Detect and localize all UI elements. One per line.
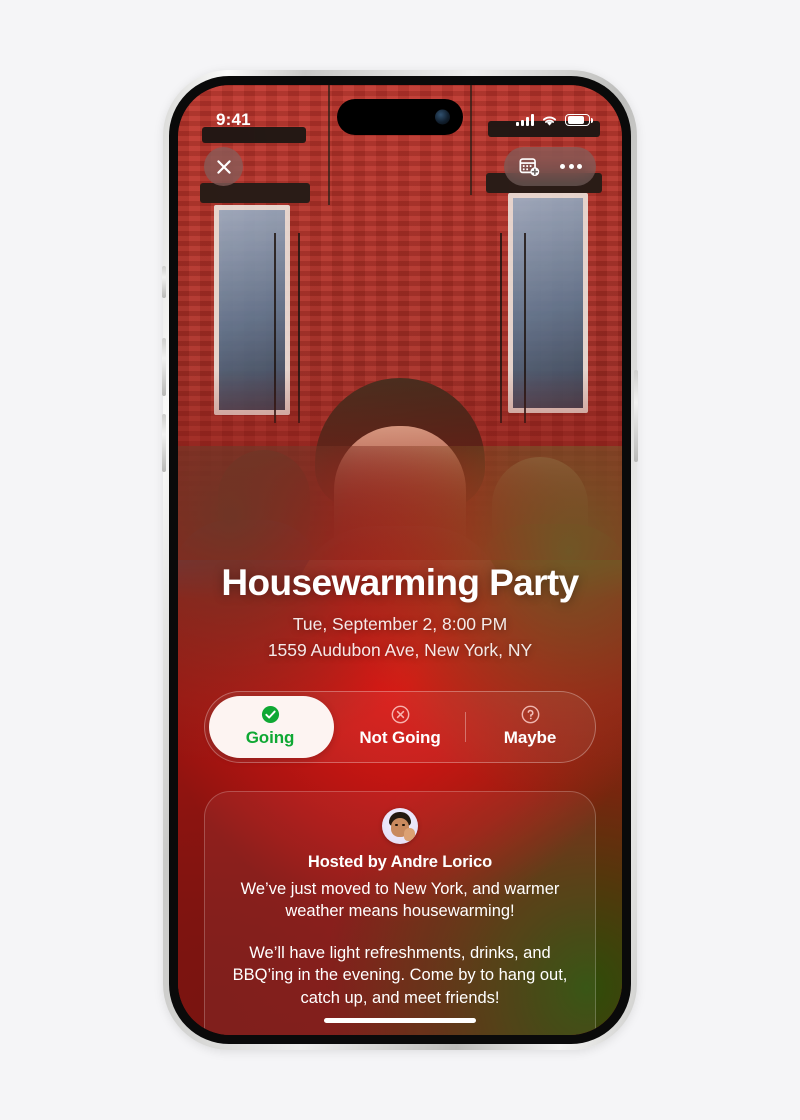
dynamic-island bbox=[337, 99, 463, 135]
question-circle-icon bbox=[521, 705, 539, 724]
status-clock: 9:41 bbox=[216, 110, 251, 129]
close-icon bbox=[216, 159, 231, 174]
more-options-button[interactable] bbox=[552, 148, 590, 186]
event-details-panel: Housewarming Party Tue, September 2, 8:0… bbox=[178, 561, 622, 1035]
top-controls bbox=[178, 147, 622, 186]
rsvp-option-not-going[interactable]: Not Going bbox=[335, 692, 465, 762]
host-card: Hosted by Andre Lorico We’ve just moved … bbox=[204, 790, 596, 1035]
volume-down-button[interactable] bbox=[162, 414, 166, 472]
device-bezel: 9:41 Housewarming Party Tue, September 2… bbox=[169, 76, 631, 1044]
rsvp-label-going: Going bbox=[245, 728, 295, 748]
avatar[interactable] bbox=[382, 807, 418, 844]
rsvp-label-maybe: Maybe bbox=[503, 728, 557, 748]
host-name: Hosted by Andre Lorico bbox=[307, 852, 493, 871]
avatar-hand bbox=[404, 827, 415, 841]
battery-icon bbox=[565, 113, 593, 127]
iphone-device-frame: 9:41 Housewarming Party Tue, September 2… bbox=[162, 70, 638, 1050]
calendar-add-icon bbox=[518, 158, 539, 177]
side-power-button[interactable] bbox=[634, 370, 638, 462]
front-camera-icon bbox=[435, 109, 450, 125]
more-options-icon bbox=[559, 164, 583, 169]
rsvp-option-maybe[interactable]: Maybe bbox=[465, 692, 595, 762]
rsvp-option-going[interactable]: Going bbox=[205, 692, 335, 762]
close-button[interactable] bbox=[204, 147, 243, 186]
phone-screen: 9:41 Housewarming Party Tue, September 2… bbox=[178, 85, 622, 1035]
top-right-actions bbox=[504, 147, 596, 186]
event-description-paragraph-2: We’ll have light refreshments, drinks, a… bbox=[232, 943, 568, 1007]
check-circle-icon bbox=[261, 706, 279, 724]
rsvp-label-not-going: Not Going bbox=[359, 728, 441, 748]
screenshot-canvas: 9:41 Housewarming Party Tue, September 2… bbox=[0, 0, 800, 1120]
x-circle-icon bbox=[391, 705, 409, 724]
cellular-signal-icon bbox=[516, 114, 534, 126]
event-title: Housewarming Party bbox=[221, 561, 579, 603]
wifi-icon bbox=[542, 115, 557, 126]
rsvp-segmented-control: Going Not Going Maybe bbox=[204, 690, 596, 763]
event-description-paragraph-1: We’ve just moved to New York, and warmer… bbox=[240, 879, 560, 921]
window-cornice bbox=[200, 183, 310, 203]
status-indicators bbox=[516, 113, 593, 127]
event-datetime: Tue, September 2, 8:00 PM bbox=[292, 613, 508, 634]
home-indicator[interactable] bbox=[324, 1017, 476, 1023]
event-address: 1559 Audubon Ave, New York, NY bbox=[267, 639, 533, 660]
volume-up-button[interactable] bbox=[162, 338, 166, 396]
add-to-calendar-button[interactable] bbox=[510, 148, 548, 186]
action-button[interactable] bbox=[162, 266, 166, 298]
